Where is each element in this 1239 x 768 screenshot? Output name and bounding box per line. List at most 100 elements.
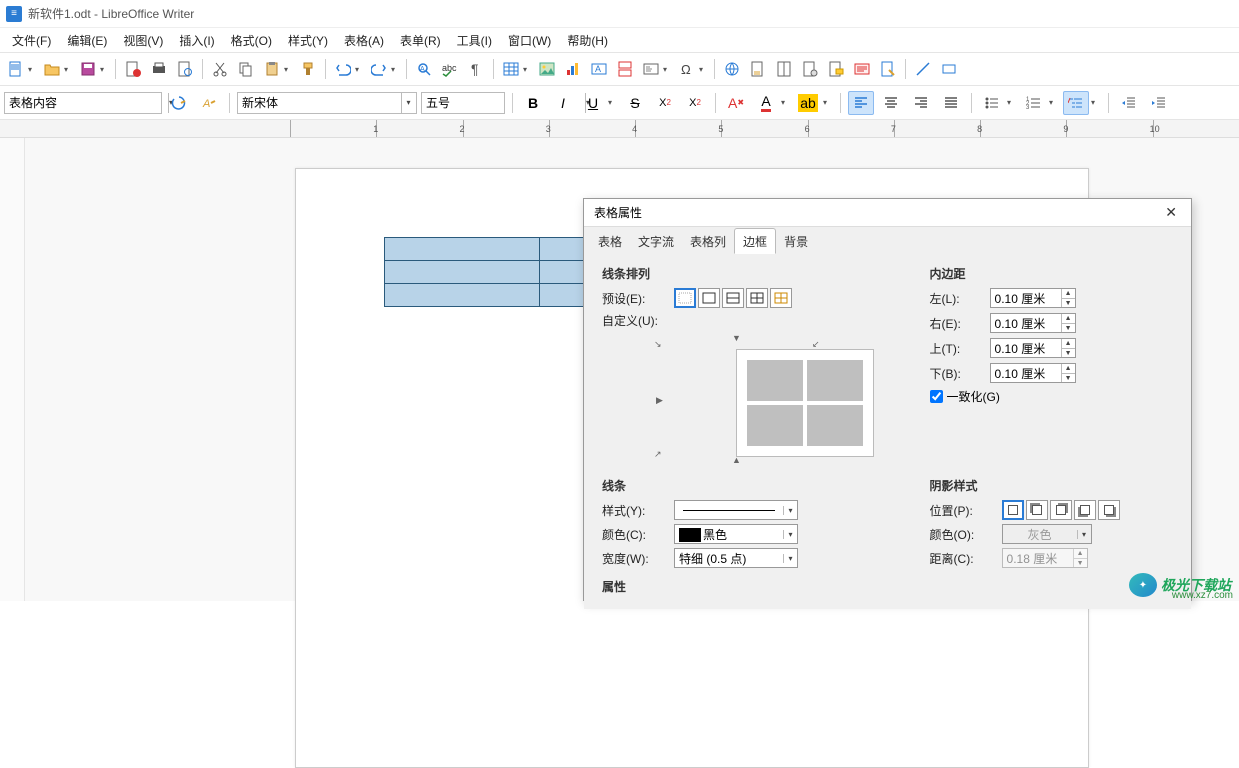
print-button[interactable] [147, 57, 171, 81]
highlight-dropdown-icon[interactable]: ▾ [823, 98, 831, 107]
new-dropdown-icon[interactable]: ▾ [28, 65, 36, 74]
spin-up-icon[interactable]: ▲ [1062, 364, 1075, 374]
line-color-combo[interactable]: 黑色 ▾ [674, 524, 798, 544]
paragraph-style-input[interactable] [5, 93, 168, 113]
menu-format[interactable]: 格式(O) [223, 30, 280, 51]
tab-columns[interactable]: 表格列 [682, 229, 734, 253]
print-preview-button[interactable] [173, 57, 197, 81]
export-pdf-button[interactable] [121, 57, 145, 81]
paragraph-style-combo[interactable]: ▾ [4, 92, 162, 114]
edit-comment-button[interactable] [876, 57, 900, 81]
basic-shapes-button[interactable] [937, 57, 961, 81]
padding-top-input[interactable]: ▲▼ [990, 338, 1076, 358]
shadow-topright-button[interactable] [1050, 500, 1072, 520]
spin-down-icon[interactable]: ▼ [1062, 349, 1075, 358]
menu-help[interactable]: 帮助(H) [559, 30, 616, 51]
vertical-ruler[interactable] [0, 138, 25, 601]
hyperlink-button[interactable] [720, 57, 744, 81]
spin-up-icon[interactable]: ▲ [1062, 289, 1075, 299]
highlight-button[interactable]: ab [795, 91, 821, 115]
subscript-button[interactable]: X2 [682, 91, 708, 115]
italic-button[interactable]: I [550, 91, 576, 115]
preset-none-button[interactable] [674, 288, 696, 308]
outline-button[interactable] [1063, 91, 1089, 115]
bullet-dropdown-icon[interactable]: ▾ [1007, 98, 1015, 107]
menu-view[interactable]: 视图(V) [115, 30, 171, 51]
open-button[interactable] [40, 57, 64, 81]
formatting-marks-button[interactable]: ¶ [464, 57, 488, 81]
copy-button[interactable] [234, 57, 258, 81]
strikethrough-button[interactable]: S [622, 91, 648, 115]
padding-bottom-input[interactable]: ▲▼ [990, 363, 1076, 383]
preset-outer-inner-button[interactable] [770, 288, 792, 308]
underline-button[interactable]: U [580, 91, 606, 115]
footnote-button[interactable] [746, 57, 770, 81]
close-icon[interactable]: ✕ [1161, 204, 1181, 221]
undo-dropdown-icon[interactable]: ▾ [355, 65, 363, 74]
align-right-button[interactable] [908, 91, 934, 115]
cross-reference-button[interactable] [798, 57, 822, 81]
field-dropdown-icon[interactable]: ▾ [663, 65, 671, 74]
dialog-titlebar[interactable]: 表格属性 ✕ [584, 199, 1191, 227]
save-dropdown-icon[interactable]: ▾ [100, 65, 108, 74]
line-width-combo[interactable]: 特细 (0.5 点) ▾ [674, 548, 798, 568]
insert-image-button[interactable] [535, 57, 559, 81]
shadow-topleft-button[interactable] [1026, 500, 1048, 520]
menu-edit[interactable]: 编辑(E) [59, 30, 115, 51]
spin-down-icon[interactable]: ▼ [1062, 324, 1075, 333]
save-button[interactable] [76, 57, 100, 81]
update-style-button[interactable] [166, 91, 192, 115]
preset-outer-horiz-button[interactable] [722, 288, 744, 308]
insert-chart-button[interactable] [561, 57, 585, 81]
horizontal-ruler[interactable]: 1 2 3 4 5 6 7 8 9 10 [0, 120, 1239, 138]
align-center-button[interactable] [878, 91, 904, 115]
new-style-button[interactable]: A [196, 91, 222, 115]
menu-insert[interactable]: 插入(I) [171, 30, 222, 51]
menu-file[interactable]: 文件(F) [4, 30, 59, 51]
redo-dropdown-icon[interactable]: ▾ [391, 65, 399, 74]
preset-all-button[interactable] [746, 288, 768, 308]
tab-textflow[interactable]: 文字流 [630, 229, 682, 253]
redo-button[interactable] [367, 57, 391, 81]
dropdown-icon[interactable]: ▾ [783, 530, 797, 539]
border-preview-area[interactable]: ↘ ▼ ↙ ▶ ◀ ↗ ▲ ↖ [654, 333, 824, 463]
bold-button[interactable]: B [520, 91, 546, 115]
superscript-button[interactable]: X2 [652, 91, 678, 115]
dropdown-icon[interactable]: ▾ [783, 506, 797, 515]
find-button[interactable]: A [412, 57, 436, 81]
padding-right-input[interactable]: ▲▼ [990, 313, 1076, 333]
tab-borders[interactable]: 边框 [734, 228, 776, 254]
comment-button[interactable] [824, 57, 848, 81]
padding-left-input[interactable]: ▲▼ [990, 288, 1076, 308]
insert-pagebreak-button[interactable] [613, 57, 637, 81]
font-name-input[interactable] [238, 93, 401, 113]
line-style-combo[interactable]: ▾ [674, 500, 798, 520]
shadow-none-button[interactable] [1002, 500, 1024, 520]
dropdown-icon[interactable]: ▾ [401, 93, 415, 113]
insert-field-button[interactable] [639, 57, 663, 81]
number-list-button[interactable]: 123 [1021, 91, 1047, 115]
bullet-list-button[interactable] [979, 91, 1005, 115]
bookmark-button[interactable] [772, 57, 796, 81]
spellcheck-button[interactable]: abc [438, 57, 462, 81]
dropdown-icon[interactable]: ▾ [783, 554, 797, 563]
menu-styles[interactable]: 样式(Y) [280, 30, 336, 51]
cut-button[interactable] [208, 57, 232, 81]
increase-indent-button[interactable] [1116, 91, 1142, 115]
outline-dropdown-icon[interactable]: ▾ [1091, 98, 1099, 107]
menu-form[interactable]: 表单(R) [392, 30, 449, 51]
insert-symbol-button[interactable]: Ω [675, 57, 699, 81]
font-color-dropdown-icon[interactable]: ▾ [781, 98, 789, 107]
decrease-indent-button[interactable] [1146, 91, 1172, 115]
spin-up-icon[interactable]: ▲ [1062, 339, 1075, 349]
font-name-combo[interactable]: ▾ [237, 92, 417, 114]
number-dropdown-icon[interactable]: ▾ [1049, 98, 1057, 107]
clone-format-button[interactable] [296, 57, 320, 81]
spin-down-icon[interactable]: ▼ [1062, 374, 1075, 383]
table-dropdown-icon[interactable]: ▾ [523, 65, 531, 74]
menu-table[interactable]: 表格(A) [336, 30, 392, 51]
menu-tools[interactable]: 工具(I) [449, 30, 500, 51]
insert-textbox-button[interactable]: A [587, 57, 611, 81]
tab-table[interactable]: 表格 [590, 229, 630, 253]
align-justify-button[interactable] [938, 91, 964, 115]
